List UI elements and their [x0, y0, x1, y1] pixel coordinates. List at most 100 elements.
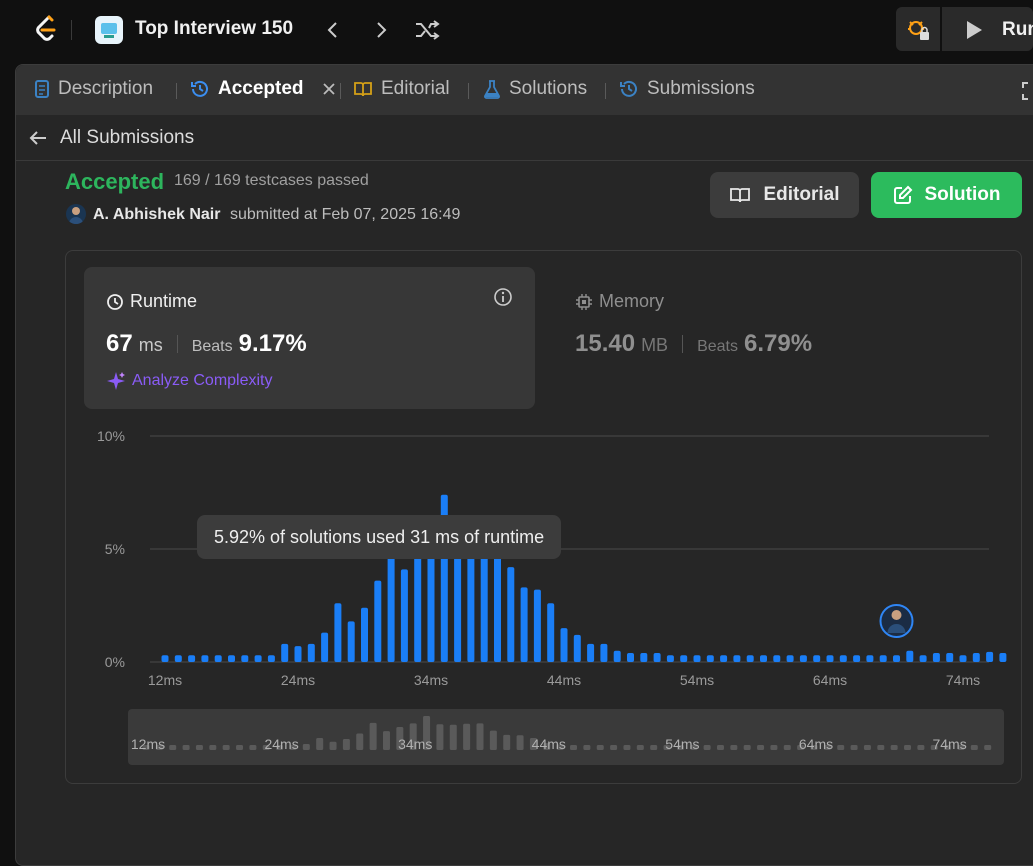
- overview-bar: [917, 745, 925, 750]
- overview-bar: [463, 723, 471, 750]
- username[interactable]: A. Abhishek Nair: [93, 206, 220, 224]
- all-submissions-link[interactable]: All Submissions: [28, 127, 194, 149]
- chart-bar: [879, 655, 887, 662]
- tab-solutions[interactable]: Solutions: [483, 78, 587, 100]
- overview-bar: [516, 735, 524, 750]
- overview-bar: [302, 744, 310, 750]
- overview-track: [128, 709, 1004, 765]
- chart-bar: [520, 587, 528, 662]
- editorial-button[interactable]: Editorial: [710, 172, 859, 218]
- chart-bar: [866, 655, 874, 662]
- avatar[interactable]: [66, 204, 86, 224]
- chart-bar: [786, 655, 794, 662]
- run-button[interactable]: Run: [1002, 19, 1033, 41]
- overview-bar: [596, 745, 604, 750]
- chart-bar: [693, 655, 701, 662]
- shuffle-icon[interactable]: [414, 16, 440, 44]
- overview-bar: [182, 745, 190, 750]
- x-tick-label: 24ms: [281, 672, 315, 688]
- chart-bar: [853, 655, 861, 662]
- divider: [176, 83, 177, 99]
- overview-bar: [503, 734, 511, 750]
- y-tick-label: 10%: [97, 428, 125, 444]
- editorial-button-label: Editorial: [763, 184, 840, 205]
- divider: [71, 20, 72, 40]
- overview-tick-label: 54ms: [665, 736, 699, 752]
- solution-button[interactable]: Solution: [871, 172, 1022, 218]
- overview-bar: [623, 745, 631, 750]
- flask-icon: [484, 80, 500, 99]
- tab-label: Description: [58, 78, 154, 99]
- tab-description[interactable]: Description: [34, 78, 153, 100]
- overview-bar: [610, 745, 618, 750]
- testcases-passed: 169 / 169 testcases passed: [174, 172, 369, 189]
- chart-bar: [799, 655, 807, 662]
- chart-bar: [746, 655, 754, 662]
- overview-bar: [342, 738, 350, 750]
- divider: [468, 83, 469, 99]
- chart-bar: [267, 655, 275, 662]
- overview-bar: [356, 733, 364, 750]
- chart-bar: [334, 603, 342, 662]
- divider: [16, 160, 1033, 161]
- tab-submissions[interactable]: Submissions: [619, 78, 755, 100]
- arrow-left-icon: [29, 131, 46, 145]
- maximize-icon[interactable]: [1021, 81, 1033, 101]
- chart-bar: [720, 655, 728, 662]
- overview-bar: [195, 745, 203, 750]
- overview-bar: [329, 741, 337, 750]
- book-icon: [354, 82, 372, 97]
- chart-bar: [760, 655, 767, 662]
- chart-bar: [361, 607, 368, 662]
- overview-bar: [236, 745, 244, 750]
- chart-bar: [640, 652, 648, 662]
- prev-problem-button[interactable]: [320, 16, 346, 44]
- overview-bar: [650, 745, 658, 750]
- leetcode-logo[interactable]: [32, 14, 60, 44]
- chart-bar: [706, 655, 714, 662]
- tab-editorial[interactable]: Editorial: [353, 78, 450, 100]
- chart-bar: [414, 549, 422, 662]
- overview-bar: [837, 745, 845, 750]
- x-tick-label: 34ms: [414, 672, 448, 688]
- overview-bar: [382, 731, 390, 750]
- overview-tick-label: 34ms: [398, 736, 432, 752]
- chart-bar: [826, 655, 834, 662]
- chart-bar: [281, 643, 289, 662]
- play-icon[interactable]: [964, 20, 984, 40]
- close-icon[interactable]: [322, 82, 336, 96]
- avatar-head: [891, 610, 902, 620]
- overview-bar: [169, 745, 177, 750]
- run-controls: Run: [896, 7, 1033, 51]
- overview-bar: [743, 745, 751, 750]
- chart-bar: [188, 655, 196, 662]
- submission-panel: Description Accepted Editorial Solutions…: [15, 64, 1033, 866]
- chart-bar: [959, 655, 967, 662]
- overview-tick-label: 24ms: [264, 736, 298, 752]
- tab-label: Editorial: [381, 78, 450, 99]
- chart-tooltip: 5.92% of solutions used 31 ms of runtime: [197, 515, 562, 559]
- chart-bar: [560, 628, 568, 662]
- debug-lock-icon[interactable]: [896, 7, 940, 51]
- overview-bar: [863, 745, 871, 750]
- chart-bar: [201, 655, 209, 662]
- y-tick-label: 5%: [105, 541, 125, 557]
- chart-bar: [653, 652, 661, 662]
- overview-bar: [970, 745, 978, 750]
- chart-bar: [893, 655, 900, 662]
- study-plan-title[interactable]: Top Interview 150: [135, 18, 293, 40]
- tab-label: Accepted: [218, 78, 304, 99]
- overview-bar: [316, 738, 324, 750]
- chart-bar: [666, 655, 674, 662]
- tab-accepted[interactable]: Accepted: [190, 78, 336, 100]
- overview-bar: [757, 745, 765, 750]
- x-tick-label: 44ms: [547, 672, 581, 688]
- next-problem-button[interactable]: [368, 16, 394, 44]
- overview-bar: [222, 745, 230, 750]
- book-icon: [730, 188, 751, 203]
- chart-bar: [839, 655, 847, 662]
- overview-bar: [449, 724, 457, 750]
- overview-bar: [369, 722, 377, 750]
- study-plan-icon[interactable]: [95, 16, 123, 44]
- chart-bar: [972, 652, 980, 662]
